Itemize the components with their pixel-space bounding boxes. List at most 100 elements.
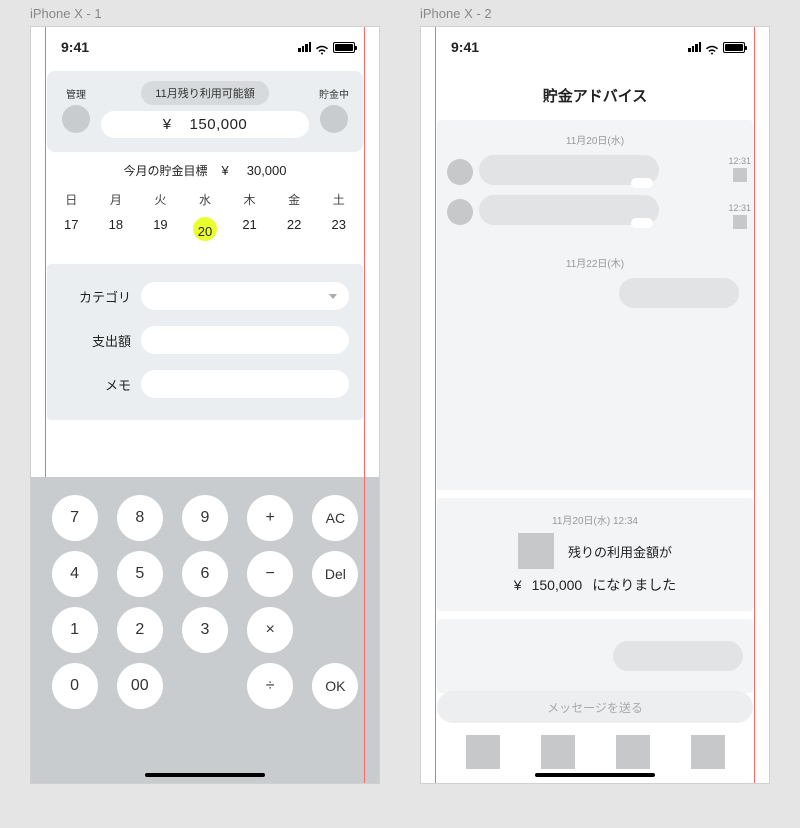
read-icon [733,215,747,229]
amount-input[interactable] [141,326,349,354]
message-timestamp-2: 12:31 [728,203,751,229]
key-3[interactable]: 3 [182,607,228,653]
category-label: カテゴリ [61,287,131,306]
status-time: 9:41 [451,39,479,55]
key-8[interactable]: 8 [117,495,163,541]
category-select[interactable] [141,282,349,310]
key-×[interactable]: × [247,607,293,653]
battery-icon [723,42,745,53]
calendar-date[interactable]: 17 [49,214,94,244]
notice-icon [518,533,554,569]
saving-button[interactable]: 貯金中 [317,86,351,133]
key-7[interactable]: 7 [52,495,98,541]
notice-currency: ¥ [514,577,522,593]
key-del[interactable]: Del [312,551,358,597]
calendar-day-header: 日 [49,191,94,208]
home-indicator[interactable] [145,773,265,777]
message-timestamp-1: 12:31 [728,156,751,182]
key-4[interactable]: 4 [52,551,98,597]
goal-currency: ¥ [222,163,229,178]
tab-4[interactable] [691,735,725,769]
key-÷[interactable]: ÷ [247,663,293,709]
amount-label: 支出額 [61,331,131,350]
key-6[interactable]: 6 [182,551,228,597]
entry-form: カテゴリ 支出額 メモ [47,264,363,420]
date-separator: 11月20日(水) [447,128,743,155]
notice-timestamp: 11月20日(水) 12:34 [451,512,739,527]
tab-1[interactable] [466,735,500,769]
chat-message-2 [447,195,743,225]
currency-symbol: ¥ [163,116,172,133]
wifi-icon [315,42,329,52]
phone-frame-1: 9:41 管理 11月残り利用可能額 ¥ 150,000 貯金中 [30,26,380,784]
manage-icon [62,105,90,133]
balance-title: 11月残り利用可能額 [141,81,268,105]
calendar-day-header: 木 [227,191,272,208]
tab-2[interactable] [541,735,575,769]
calendar-date[interactable]: 19 [138,214,183,244]
balance-header: 管理 11月残り利用可能額 ¥ 150,000 貯金中 [47,71,363,152]
key-−[interactable]: − [247,551,293,597]
calendar-date[interactable]: 21 [227,214,272,244]
chat-scroll[interactable]: 11月20日(水) 12:31 12:31 11月22日(木) [437,120,753,490]
message-bubble-self [619,278,739,308]
avatar [447,159,473,185]
compose-input[interactable]: メッセージを送る [437,691,753,723]
calendar-date[interactable]: 20 [183,214,228,244]
goal-label: 今月の貯金目標 [123,162,207,179]
status-icons [688,42,745,53]
page-title: 貯金アドバイス [421,67,769,120]
chat-message-1 [447,155,743,185]
key-1[interactable]: 1 [52,607,98,653]
tab-bar [421,735,769,769]
notice-suffix: になりました [592,575,676,595]
key-0[interactable]: 0 [52,663,98,709]
balance-notice: 11月20日(水) 12:34 残りの利用金額が ¥ 150,000 になりまし… [437,498,753,611]
goal-amount: 30,000 [247,163,287,178]
balance-amount: 150,000 [190,116,248,133]
status-bar: 9:41 [31,27,379,67]
calendar-day-header: 火 [138,191,183,208]
status-bar: 9:41 [421,27,769,67]
message-bubble-self [613,641,743,671]
key-+[interactable]: + [247,495,293,541]
key-5[interactable]: 5 [117,551,163,597]
status-icons [298,42,355,53]
memo-label: メモ [61,375,131,394]
calendar-day-header: 金 [272,191,317,208]
tab-3[interactable] [616,735,650,769]
frame-label-1: iPhone X - 1 [30,6,102,21]
reply-section [437,619,753,693]
notice-amount: 150,000 [532,577,583,593]
saving-label: 貯金中 [319,86,349,101]
key-ok[interactable]: OK [312,663,358,709]
signal-icon [688,42,701,52]
home-indicator[interactable] [535,773,655,777]
calendar-day-header: 月 [94,191,139,208]
goal-row: 今月の貯金目標 ¥ 30,000 [31,152,379,187]
memo-input[interactable] [141,370,349,398]
saving-icon [320,105,348,133]
balance-display: ¥ 150,000 [101,111,309,138]
key-9[interactable]: 9 [182,495,228,541]
calendar-date[interactable]: 22 [272,214,317,244]
status-time: 9:41 [61,39,89,55]
calendar-date[interactable]: 18 [94,214,139,244]
keypad: 789+AC456−Del123×000÷OK [31,477,379,783]
frame-label-2: iPhone X - 2 [420,6,492,21]
calendar: 日月火水木金土 17181920212223 [31,187,379,252]
notice-line1: 残りの利用金額が [568,542,672,561]
key-ac[interactable]: AC [312,495,358,541]
avatar [447,199,473,225]
manage-button[interactable]: 管理 [59,86,93,133]
calendar-day-header: 土 [316,191,361,208]
calendar-day-header: 水 [183,191,228,208]
read-icon [733,168,747,182]
signal-icon [298,42,311,52]
key-00[interactable]: 00 [117,663,163,709]
manage-label: 管理 [66,86,86,101]
key-2[interactable]: 2 [117,607,163,653]
date-separator: 11月22日(木) [447,251,743,278]
wifi-icon [705,42,719,52]
calendar-date[interactable]: 23 [316,214,361,244]
